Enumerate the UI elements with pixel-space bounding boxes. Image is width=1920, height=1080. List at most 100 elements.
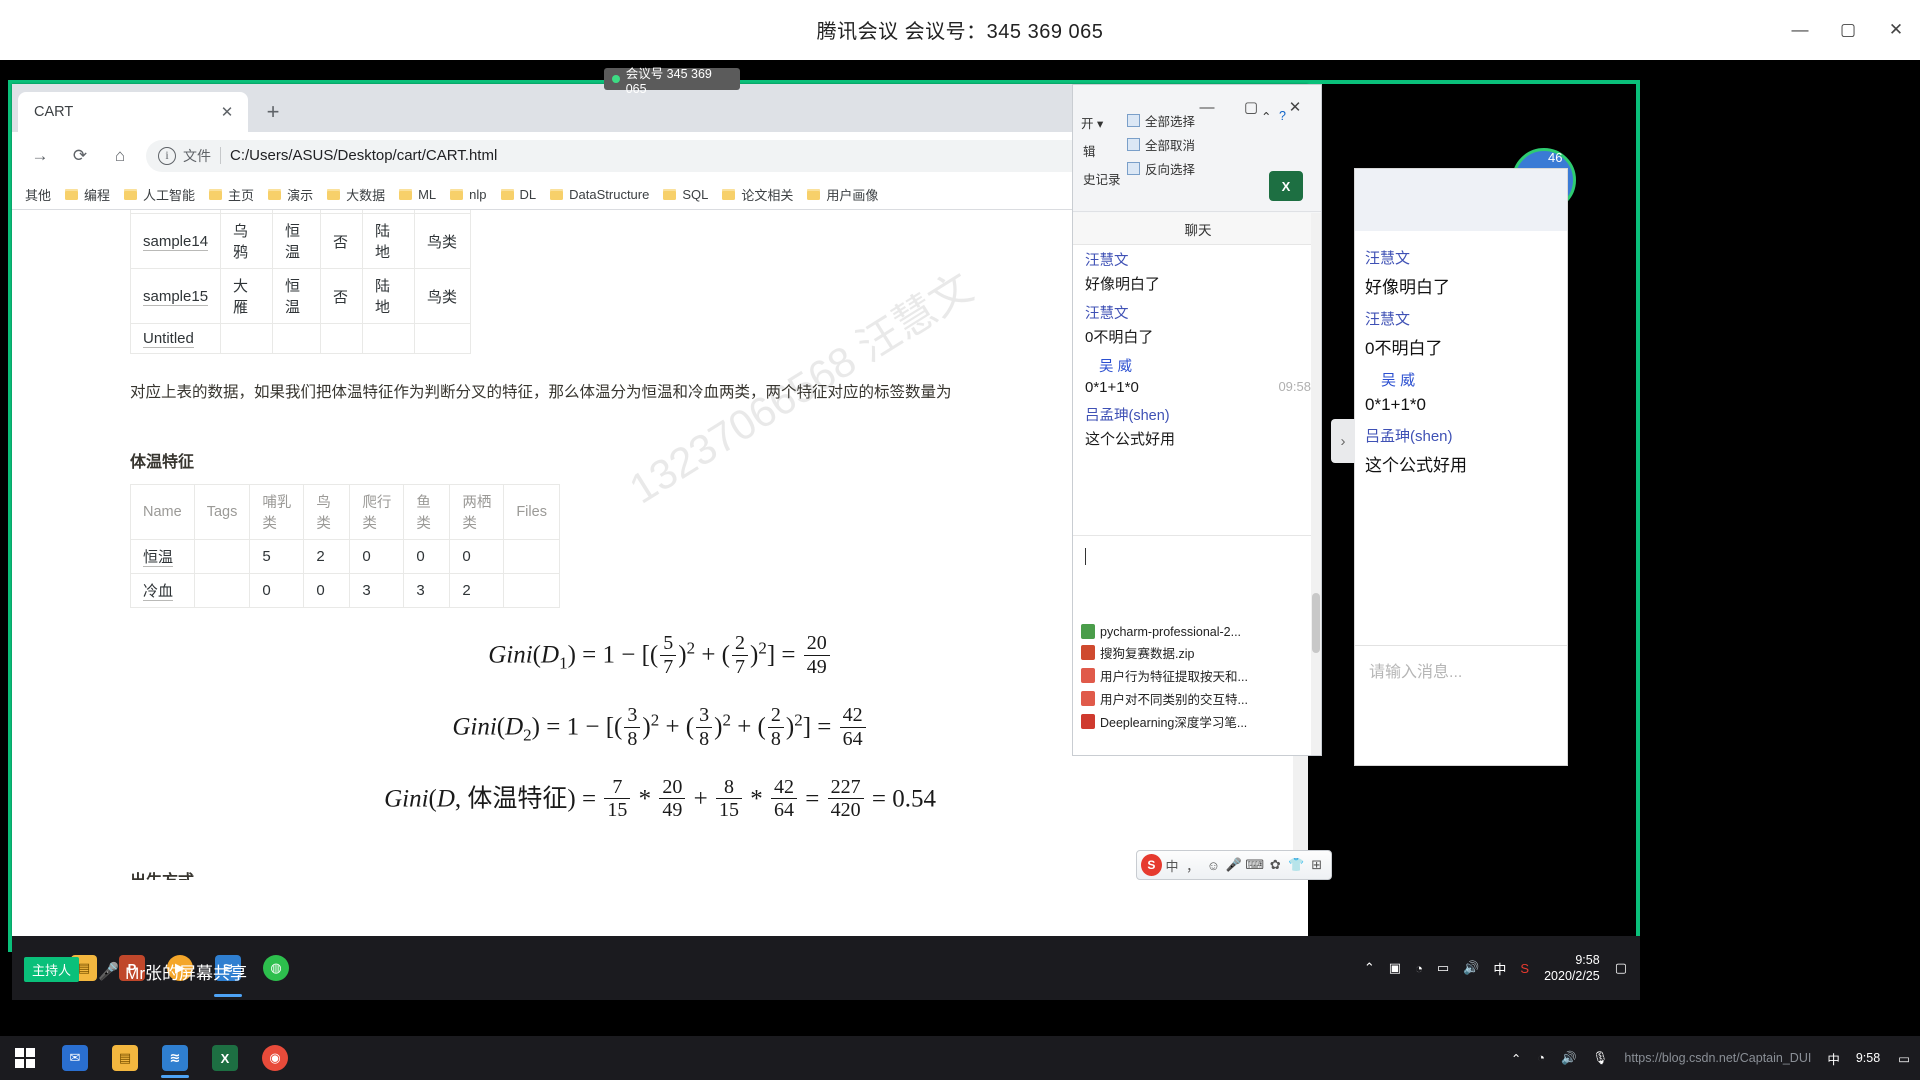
background-window: — ▢ ✕ ? ⌃ 辑 史记录 开 ▾ 全部选择 全部取消 反向选择 X 聊天 … <box>1072 84 1322 756</box>
action-center-icon[interactable]: ▢ <box>1615 960 1627 976</box>
file-list-item[interactable]: 用户行为特征提取按天和... <box>1073 664 1321 687</box>
tray-network-icon[interactable]: ◔ <box>1537 1051 1545 1065</box>
taskbar-explorer-outer[interactable]: ▤ <box>100 1036 150 1080</box>
tray-mic-icon[interactable]: 🎙 <box>1593 1051 1609 1066</box>
ribbon-open-label[interactable]: 开 ▾ <box>1081 113 1103 132</box>
bookmark-item-7[interactable]: nlp <box>443 184 493 205</box>
start-button-outer[interactable] <box>0 1036 50 1080</box>
cell-link[interactable]: sample15 <box>143 287 209 306</box>
tray-network-icon[interactable]: ◔ <box>1415 961 1423 976</box>
bookmark-item-1[interactable]: 编程 <box>58 182 117 207</box>
ime-item-2[interactable]: ☺ <box>1203 854 1224 876</box>
taskbar-mail[interactable]: ✉ <box>50 1036 100 1080</box>
tray-chevron-icon[interactable]: ⌃ <box>1364 960 1375 976</box>
ribbon-deselect-all[interactable]: 全部取消 <box>1127 135 1195 154</box>
file-list-item[interactable]: 用户对不同类别的交互特... <box>1073 687 1321 710</box>
bookmark-item-0[interactable]: 其他 <box>18 182 58 207</box>
column-header: Name <box>130 484 195 540</box>
bookmark-item-3[interactable]: 主页 <box>202 182 261 207</box>
address-bar[interactable]: i 文件 C:/Users/ASUS/Desktop/cart/CART.htm… <box>146 139 1152 172</box>
window2-scrollbar[interactable] <box>1311 213 1321 755</box>
browser-tab-cart[interactable]: CART ✕ <box>18 92 248 132</box>
chat-input-box[interactable] <box>1073 535 1321 635</box>
file-list-item[interactable]: pycharm-professional-2... <box>1073 622 1321 641</box>
ime-item-4[interactable]: ⌨ <box>1244 854 1265 876</box>
bookmark-label: nlp <box>469 187 487 202</box>
cell-link[interactable]: 冷血 <box>143 583 174 601</box>
ribbon-select-all-label: 全部选择 <box>1145 115 1196 129</box>
table-cell: 陆地 <box>362 213 416 269</box>
meeting-close-button[interactable]: ✕ <box>1872 0 1920 60</box>
ime-item-3[interactable]: 🎤 <box>1224 854 1245 876</box>
tray-sogou-icon[interactable]: S <box>1520 961 1529 976</box>
help-icon[interactable]: ? <box>1279 109 1286 123</box>
tray-volume-icon[interactable]: 🔊 <box>1561 1051 1577 1066</box>
taskbar-chrome-outer[interactable]: ◉ <box>250 1036 300 1080</box>
home-icon[interactable]: ⌂ <box>104 140 136 172</box>
ribbon-invert-selection[interactable]: 反向选择 <box>1127 159 1195 178</box>
mp4-file-icon <box>1081 691 1095 706</box>
meeting-minimize-button[interactable]: — <box>1776 0 1824 60</box>
meeting-chat-message: 吕孟珅(shen) 这个公式好用 <box>1365 425 1557 476</box>
taskbar-editor-outer[interactable]: ≋ <box>150 1036 200 1080</box>
chat-collapse-button[interactable]: › <box>1331 419 1355 463</box>
close-icon[interactable]: ✕ <box>216 101 238 123</box>
tray-volume-icon[interactable]: 🔊 <box>1463 960 1479 976</box>
cell-link[interactable]: 恒温 <box>143 549 174 567</box>
bookmark-item-6[interactable]: ML <box>392 184 443 205</box>
meeting-chat-message: 汪慧文 0不明白了 <box>1365 308 1557 359</box>
chevron-up-icon[interactable]: ⌃ <box>1261 109 1271 124</box>
ime-toolbar[interactable]: S 中， ☺ 🎤 ⌨ ✿ 👕 ⊞ <box>1136 850 1332 880</box>
tray-chevron-icon[interactable]: ⌃ <box>1511 1051 1521 1066</box>
tray-ime-lang-outer[interactable]: 中 <box>1827 1049 1840 1068</box>
ime-item-1[interactable]: ， <box>1182 854 1203 876</box>
bookmark-label: ML <box>418 187 437 202</box>
taskbar-excel-outer[interactable]: X <box>200 1036 250 1080</box>
bookmark-item-9[interactable]: DataStructure <box>543 184 656 205</box>
bookmark-item-5[interactable]: 大数据 <box>320 182 392 207</box>
section-title-temperature: 体温特征 <box>130 454 195 471</box>
folder-icon <box>327 189 341 200</box>
reload-icon[interactable]: ⟳ <box>64 140 96 172</box>
bookmark-item-12[interactable]: 用户画像 <box>800 182 885 207</box>
cell-link[interactable]: sample14 <box>143 232 209 251</box>
new-tab-button[interactable]: + <box>258 97 288 127</box>
file-list-item[interactable]: Deeplearning深度学习笔... <box>1073 710 1321 733</box>
taskbar-clock[interactable]: 9:58 2020/2/25 <box>1544 952 1600 984</box>
exe-file-icon <box>1081 624 1095 639</box>
bookmark-item-10[interactable]: SQL <box>656 184 715 205</box>
ime-item-6[interactable]: 👕 <box>1286 854 1307 876</box>
bookmark-item-2[interactable]: 人工智能 <box>117 182 202 207</box>
bookmark-label: 演示 <box>287 188 314 203</box>
ime-item-0[interactable]: 中 <box>1162 854 1183 876</box>
info-icon[interactable]: i <box>158 146 176 165</box>
meeting-id-pill[interactable]: 会议号 345 369 065 <box>604 67 740 96</box>
folder-icon <box>268 189 282 200</box>
cell-link[interactable]: Untitled <box>143 330 194 348</box>
taskbar-wechat[interactable]: ◍ <box>252 936 300 1000</box>
action-center-icon[interactable]: ▭ <box>1898 1051 1910 1066</box>
table-cell: 否 <box>320 213 364 269</box>
tray-app-icon[interactable]: ▣ <box>1389 960 1401 976</box>
ribbon-select-all[interactable]: 全部选择 <box>1127 111 1195 130</box>
bookmark-item-8[interactable]: DL <box>494 184 544 205</box>
ribbon-invert-label: 反向选择 <box>1145 163 1196 177</box>
file-list-item[interactable]: 搜狗复赛数据.zip <box>1073 641 1321 664</box>
sogou-logo-icon[interactable]: S <box>1141 854 1162 876</box>
scrollbar-thumb[interactable] <box>1312 593 1320 653</box>
file-name: pycharm-professional-2... <box>1100 624 1242 639</box>
column-header: 鸟类 <box>303 484 351 540</box>
bookmark-item-4[interactable]: 演示 <box>261 182 320 207</box>
ime-item-5[interactable]: ✿ <box>1265 854 1286 876</box>
bookmark-item-11[interactable]: 论文相关 <box>715 182 800 207</box>
meeting-chat-input[interactable]: 请输入消息... <box>1355 645 1567 765</box>
tray-battery-icon[interactable]: ▭ <box>1437 960 1449 976</box>
forward-icon[interactable]: → <box>24 140 56 172</box>
meeting-maximize-button[interactable]: ▢ <box>1824 0 1872 60</box>
meeting-chat-sender: 吴 威 <box>1381 372 1416 389</box>
ime-item-7[interactable]: ⊞ <box>1306 854 1327 876</box>
folder-icon <box>550 189 564 200</box>
outer-clock[interactable]: 9:58 <box>1856 1051 1880 1065</box>
tray-ime-lang[interactable]: 中 <box>1493 959 1506 978</box>
table-cell-name: sample14 <box>129 213 222 269</box>
